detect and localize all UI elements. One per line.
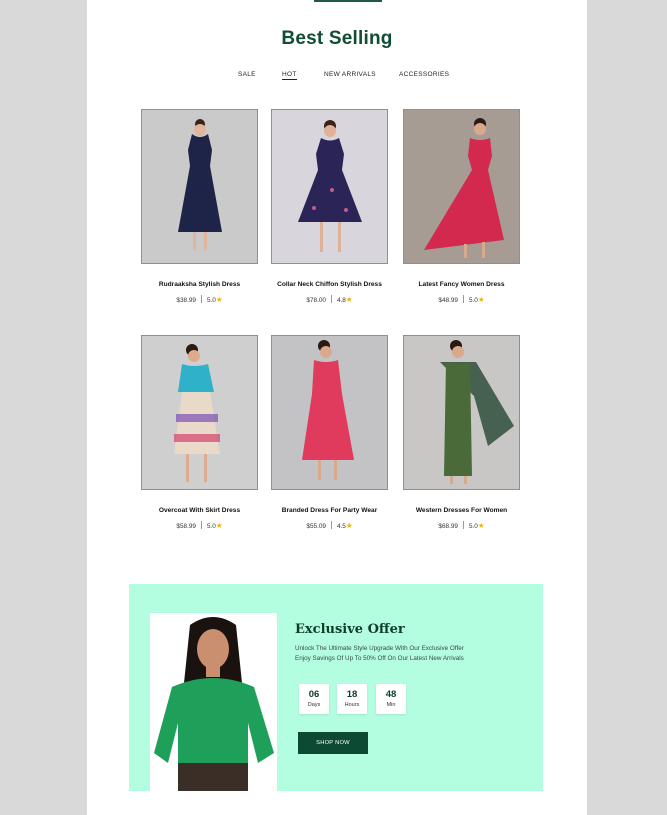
product-card[interactable]: Branded Dress For Party Wear $55.09 4.5★ [271,335,388,530]
product-meta: $68.99 5.0★ [403,521,520,530]
product-image[interactable] [271,109,388,264]
countdown-unit: Hours [344,702,360,708]
product-name[interactable]: Rudraaksha Stylish Dress [131,281,268,288]
dress-top [188,134,212,166]
meta-divider [462,521,464,529]
countdown-days: 06 Days [299,684,329,714]
product-price: $55.09 [306,523,326,530]
star-icon: ★ [345,295,353,304]
product-card[interactable]: Overcoat With Skirt Dress $58.99 5.0★ [141,335,258,530]
meta-divider [330,295,332,303]
category-tabs: SALE HOT NEW ARRIVALS ACCESSORIES [87,71,587,83]
meta-divider [462,295,464,303]
countdown-minutes: 48 Min [376,684,406,714]
meta-divider [330,521,332,529]
product-rating: 4.5 [336,523,346,530]
product-image[interactable] [271,335,388,490]
product-name[interactable]: Collar Neck Chiffon Stylish Dress [261,281,398,288]
product-card[interactable]: Rudraaksha Stylish Dress $38.99 5.0★ [141,109,258,304]
product-rating: 5.0 [468,297,478,304]
tab-sale[interactable]: SALE [238,71,256,78]
tab-new-arrivals[interactable]: NEW ARRIVALS [324,71,376,78]
star-icon: ★ [345,521,353,530]
product-card[interactable]: Latest Fancy Women Dress $48.99 5.0★ [403,109,520,304]
offer-description: Unlock The Ultimate Style Upgrade With O… [295,644,464,664]
exclusive-offer-banner: Exclusive Offer Unlock The Ultimate Styl… [129,584,543,791]
section-title: Best Selling [281,28,393,49]
product-price: $58.99 [176,523,196,530]
product-price: $68.99 [438,523,458,530]
product-rating: 5.0 [206,523,216,530]
product-rating: 4.8 [336,297,346,304]
countdown-value: 18 [346,689,358,700]
product-rating: 5.0 [206,297,216,304]
star-icon: ★ [215,295,223,304]
top-divider [314,0,382,2]
product-card[interactable]: Collar Neck Chiffon Stylish Dress $78.00… [271,109,388,304]
product-name[interactable]: Latest Fancy Women Dress [393,281,530,288]
product-image[interactable] [403,335,520,490]
offer-title: Exclusive Offer [295,622,405,637]
product-price: $48.99 [438,297,458,304]
offer-line-1: Unlock The Ultimate Style Upgrade With O… [295,645,464,652]
product-meta: $58.99 5.0★ [141,521,258,530]
tab-accessories[interactable]: ACCESSORIES [399,71,449,78]
star-icon: ★ [215,521,223,530]
product-name[interactable]: Overcoat With Skirt Dress [131,507,268,514]
best-selling-page: Best Selling SALE HOT NEW ARRIVALS ACCES… [87,0,587,815]
countdown-unit: Min [386,702,396,708]
product-image[interactable] [403,109,520,264]
shop-now-button[interactable]: SHOP NOW [298,732,368,754]
tab-hot[interactable]: HOT [282,71,297,80]
product-meta: $55.09 4.5★ [271,521,388,530]
meta-divider [200,295,202,303]
product-name[interactable]: Branded Dress For Party Wear [261,507,398,514]
product-rating: 5.0 [468,523,478,530]
product-meta: $78.00 4.8★ [271,295,388,304]
product-price: $38.99 [176,297,196,304]
countdown-value: 06 [308,689,320,700]
product-price: $78.00 [306,297,326,304]
meta-divider [200,521,202,529]
star-icon: ★ [477,521,485,530]
product-image[interactable] [141,109,258,264]
product-name[interactable]: Western Dresses For Women [393,507,530,514]
product-meta: $38.99 5.0★ [141,295,258,304]
star-icon: ★ [477,295,485,304]
product-meta: $48.99 5.0★ [403,295,520,304]
countdown-value: 48 [385,689,397,700]
countdown-unit: Days [307,702,321,708]
countdown-hours: 18 Hours [337,684,367,714]
offer-line-2: Enjoy Savings Of Up To 50% Off On Our La… [295,655,464,662]
product-card[interactable]: Western Dresses For Women $68.99 5.0★ [403,335,520,530]
product-image[interactable] [141,335,258,490]
offer-model-image [150,613,277,791]
